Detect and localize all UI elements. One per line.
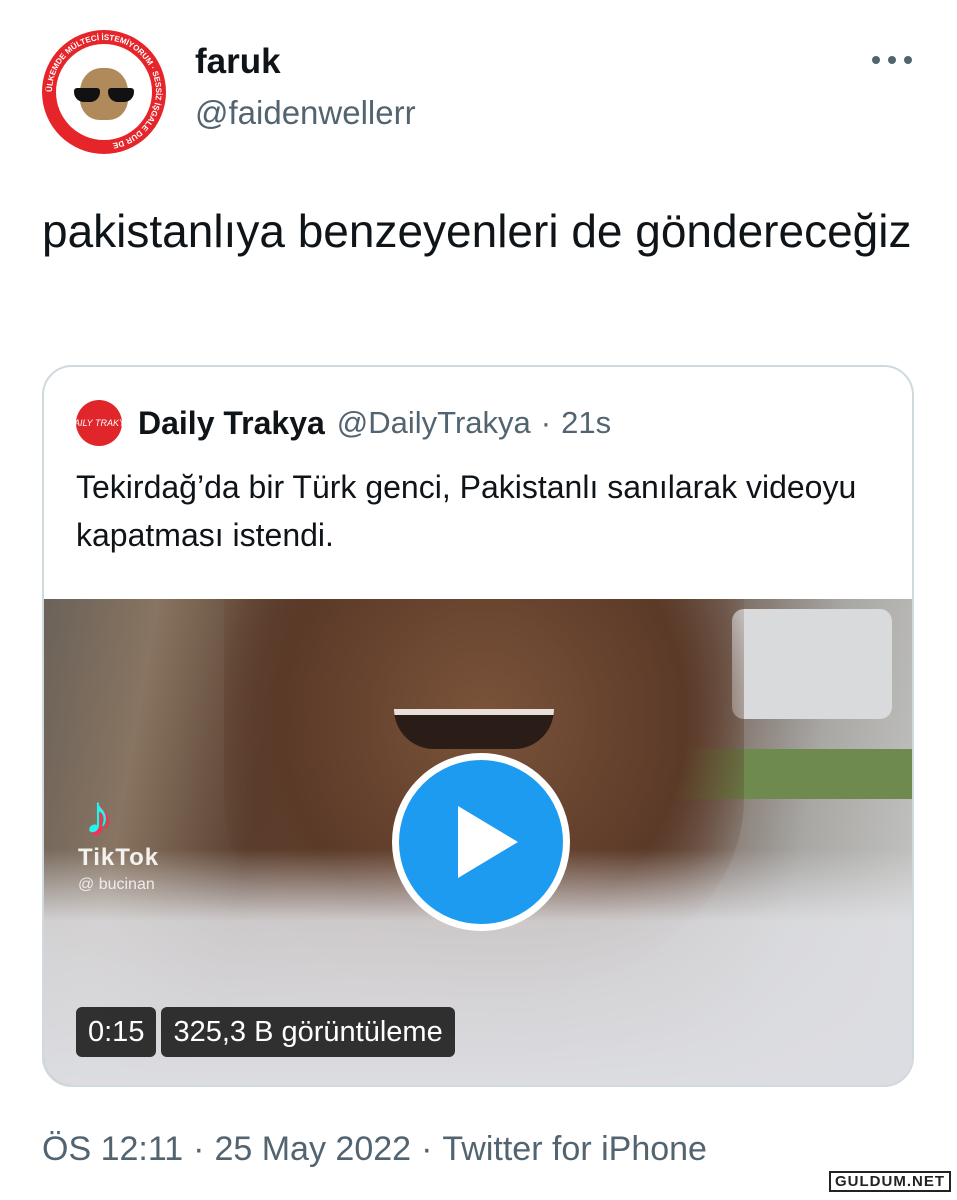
tiktok-username: @ bucinan	[78, 876, 155, 893]
author-name[interactable]: faruk	[195, 42, 281, 82]
play-button[interactable]	[392, 753, 570, 931]
tweet-text: pakistanlıya benzeyenleri de göndereceği…	[42, 205, 912, 257]
quoted-author-avatar[interactable]: DAILY TRAKYA	[67, 400, 131, 446]
tweet-time[interactable]: ÖS 12:11	[42, 1130, 183, 1168]
separator-dot: ·	[540, 405, 552, 440]
quoted-tweet-text: Tekirdağ’da bir Türk genci, Pakistanlı s…	[76, 469, 857, 553]
video-stats: 0:15 325,3 B görüntüleme	[76, 1007, 455, 1057]
video-duration: 0:15	[76, 1007, 157, 1057]
play-icon	[458, 806, 518, 878]
tweet-source[interactable]: Twitter for iPhone	[442, 1130, 707, 1168]
separator-dot: ·	[421, 1130, 433, 1168]
video-background-car	[732, 609, 892, 719]
svg-text:ÜLKEMDE MÜLTECİ İSTEMİYORUM ·: ÜLKEMDE MÜLTECİ İSTEMİYORUM · SESSİZ İŞG…	[45, 33, 163, 150]
tiktok-label: TikTok	[78, 844, 160, 871]
quoted-tweet[interactable]: DAILY TRAKYA Daily Trakya @DailyTrakya ·…	[42, 365, 914, 1087]
tiktok-icon: ♪	[84, 785, 111, 845]
avatar-badge-text: ÜLKEMDE MÜLTECİ İSTEMİYORUM · SESSİZ İŞG…	[45, 33, 163, 150]
more-options-icon[interactable]	[872, 50, 912, 70]
tweet-header: ÜLKEMDE MÜLTECİ İSTEMİYORUM · SESSİZ İŞG…	[42, 30, 922, 155]
site-watermark: GULDUM.NET	[829, 1171, 951, 1192]
quoted-tweet-time[interactable]: 21s	[561, 405, 611, 441]
quoted-author-name[interactable]: Daily Trakya	[138, 405, 325, 442]
quoted-tweet-header: DAILY TRAKYA Daily Trakya @DailyTrakya ·…	[67, 400, 611, 446]
avatar[interactable]: ÜLKEMDE MÜLTECİ İSTEMİYORUM · SESSİZ İŞG…	[42, 30, 166, 154]
separator-dot: ·	[193, 1130, 205, 1168]
quoted-author-handle[interactable]: @DailyTrakya	[337, 405, 531, 441]
video-mouth	[394, 709, 554, 749]
video-player[interactable]: ♪ TikTok @ bucinan 0:15 325,3 B görüntül…	[44, 599, 912, 1085]
author-handle[interactable]: @faidenwellerr	[195, 94, 416, 132]
tiktok-watermark: ♪ TikTok @ bucinan	[78, 784, 198, 914]
tweet-date[interactable]: 25 May 2022	[214, 1130, 411, 1168]
tweet-metadata: ÖS 12:11 · 25 May 2022 · Twitter for iPhone	[42, 1130, 707, 1169]
video-view-count: 325,3 B görüntüleme	[161, 1007, 455, 1057]
